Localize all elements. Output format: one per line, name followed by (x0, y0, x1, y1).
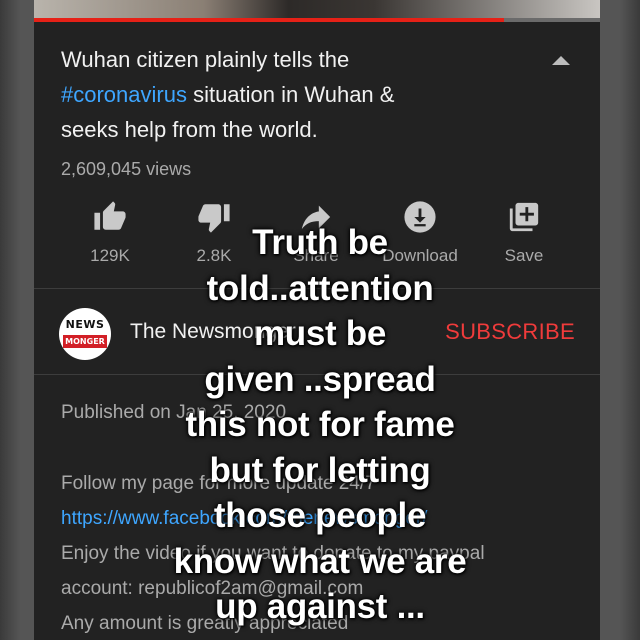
avatar-logo-bottom: MONGER (63, 335, 107, 348)
overlay-line: those people (213, 496, 427, 535)
title-line-3: seeks help from the world. (61, 117, 318, 142)
video-title: Wuhan citizen plainly tells the #coronav… (61, 42, 531, 147)
like-button[interactable]: 129K (60, 200, 160, 266)
view-count: 2,609,045 views (61, 159, 192, 179)
overlay-line: but for letting (209, 450, 431, 490)
video-progress-bar[interactable] (34, 18, 600, 22)
collapse-icon[interactable] (552, 56, 570, 65)
overlay-line: given ..spread (204, 359, 436, 399)
overlay-line: this not for fame (185, 405, 455, 444)
overlay-line: know what we are (173, 541, 467, 581)
overlay-line: Truth be (252, 223, 388, 262)
channel-avatar[interactable]: NEWS MONGER (59, 308, 111, 360)
overlay-line: told..attention (206, 268, 434, 308)
video-player-thumbnail[interactable] (34, 0, 600, 18)
video-progress-fill (34, 18, 504, 22)
thumbs-up-icon (94, 201, 126, 230)
story-overlay-text: Truth be told..attention must be given .… (150, 220, 490, 630)
overlay-line: up against ... (215, 587, 425, 626)
title-line-2: situation in Wuhan & (186, 82, 395, 107)
add-to-playlist-icon (509, 202, 539, 232)
story-frame: Wuhan citizen plainly tells the #coronav… (0, 0, 640, 640)
hashtag-coronavirus-link[interactable]: #coronavirus (61, 82, 187, 107)
like-count: 129K (90, 246, 130, 265)
overlay-line: must be (253, 314, 387, 353)
avatar-logo-top: NEWS (65, 318, 105, 331)
title-line-1: Wuhan citizen plainly tells the (61, 47, 350, 72)
